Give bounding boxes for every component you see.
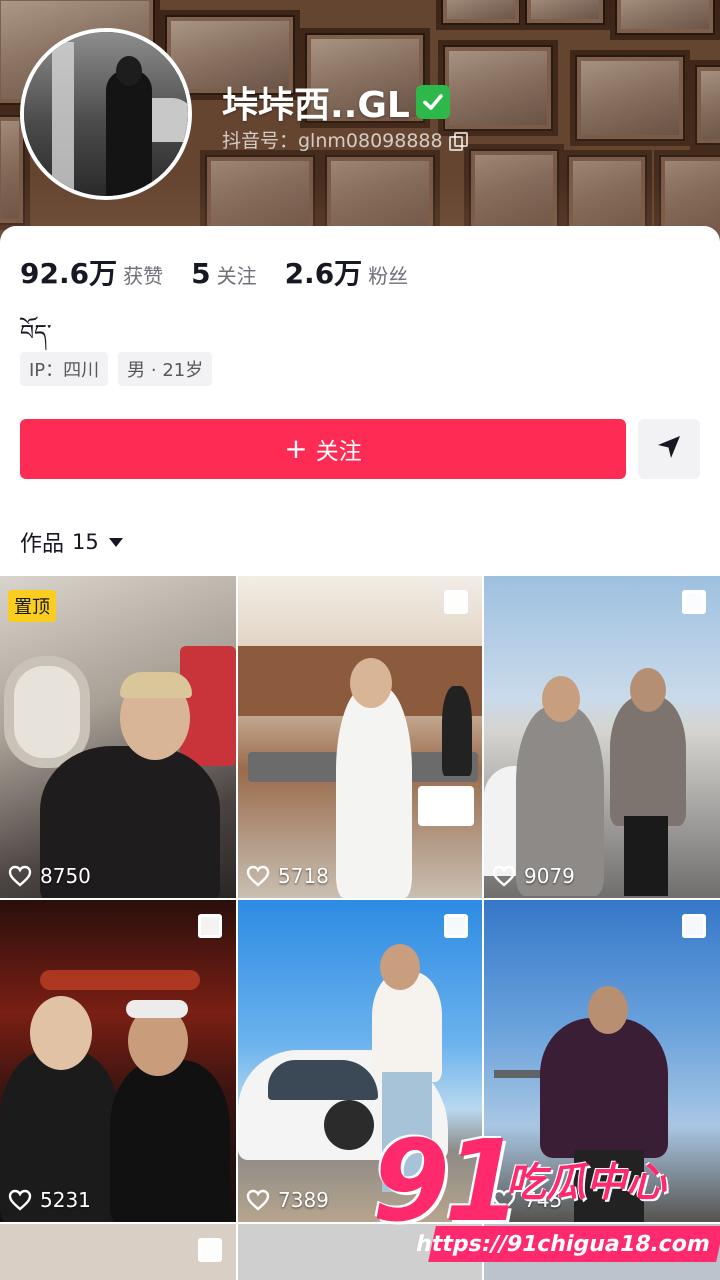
heart-icon xyxy=(246,865,270,887)
like-count-text: 7389 xyxy=(278,1188,329,1212)
watermark-url: https://91chigua18.com xyxy=(414,1226,720,1262)
send-icon xyxy=(656,434,682,464)
avatar[interactable] xyxy=(20,28,192,200)
stat-value: 2.6万 xyxy=(284,257,363,290)
like-count-text: 9079 xyxy=(524,864,575,888)
stat-label: 粉丝 xyxy=(368,264,409,288)
stats-row: 92.6万 获赞 5 关注 2.6万 粉丝 xyxy=(20,252,436,292)
watermark-number: 91 xyxy=(372,1117,522,1247)
like-count-text: 8750 xyxy=(40,864,91,888)
video-tile[interactable]: 置顶 8750 xyxy=(0,576,236,898)
heart-icon xyxy=(8,865,32,887)
account-id: 抖音号：glnm08098888 xyxy=(222,130,443,152)
stat-value: 92.6万 xyxy=(20,257,118,290)
nickname: 垰垰西..GL xyxy=(222,76,450,128)
video-tile[interactable]: 5231 xyxy=(0,900,236,1222)
stat-following[interactable]: 5 关注 xyxy=(191,257,256,290)
multi-photo-icon xyxy=(444,914,468,938)
stat-label: 获赞 xyxy=(123,264,164,288)
stat-value: 5 xyxy=(191,257,211,290)
works-count: 15 xyxy=(72,530,99,554)
account-id-row[interactable]: 抖音号：glnm08098888 xyxy=(222,126,468,153)
video-tile[interactable]: 5718 xyxy=(238,576,482,898)
follow-label: 关注 xyxy=(315,439,362,465)
multi-photo-icon xyxy=(198,1238,222,1262)
gender-age-tag: 男 · 21岁 xyxy=(118,352,213,386)
watermark-text: 吃瓜中心 xyxy=(506,1160,666,1206)
video-tile[interactable] xyxy=(0,1224,236,1280)
multi-photo-icon xyxy=(444,590,468,614)
like-count: 5231 xyxy=(8,1188,91,1212)
stat-followers[interactable]: 2.6万 粉丝 xyxy=(285,252,409,292)
like-count: 5718 xyxy=(246,864,329,888)
check-mark-icon xyxy=(415,85,450,119)
like-count: 7389 xyxy=(246,1188,329,1212)
caret-down-icon xyxy=(108,537,123,547)
like-count-text: 5718 xyxy=(278,864,329,888)
profile-card: 92.6万 获赞 5 关注 2.6万 粉丝 བོད་ IP：四川 男 · 21岁… xyxy=(0,226,720,1280)
heart-icon xyxy=(246,1189,270,1211)
heart-icon xyxy=(492,865,516,887)
stat-likes[interactable]: 92.6万 获赞 xyxy=(20,252,163,292)
ip-location-tag: IP：四川 xyxy=(20,352,109,386)
pinned-badge: 置顶 xyxy=(8,590,56,622)
multi-photo-icon xyxy=(198,914,222,938)
video-tile[interactable]: 9079 xyxy=(484,576,720,898)
works-tab[interactable]: 作品 15 xyxy=(20,526,123,558)
like-count-text: 5231 xyxy=(40,1188,91,1212)
send-message-button[interactable] xyxy=(638,419,700,479)
nickname-text: 垰垰西..GL xyxy=(222,85,410,126)
multi-photo-icon xyxy=(682,914,706,938)
like-count: 8750 xyxy=(8,864,91,888)
copy-icon[interactable] xyxy=(448,131,468,151)
follow-button[interactable]: + 关注 xyxy=(20,419,626,479)
site-watermark: 91 吃瓜中心 https://91chigua18.com xyxy=(372,1126,720,1276)
works-tab-label: 作品 xyxy=(20,532,65,557)
like-count: 9079 xyxy=(492,864,575,888)
plus-icon: + xyxy=(284,432,308,465)
multi-photo-icon xyxy=(682,590,706,614)
profile-tags: IP：四川 男 · 21岁 xyxy=(20,352,213,386)
heart-icon xyxy=(8,1189,32,1211)
stat-label: 关注 xyxy=(216,264,257,288)
